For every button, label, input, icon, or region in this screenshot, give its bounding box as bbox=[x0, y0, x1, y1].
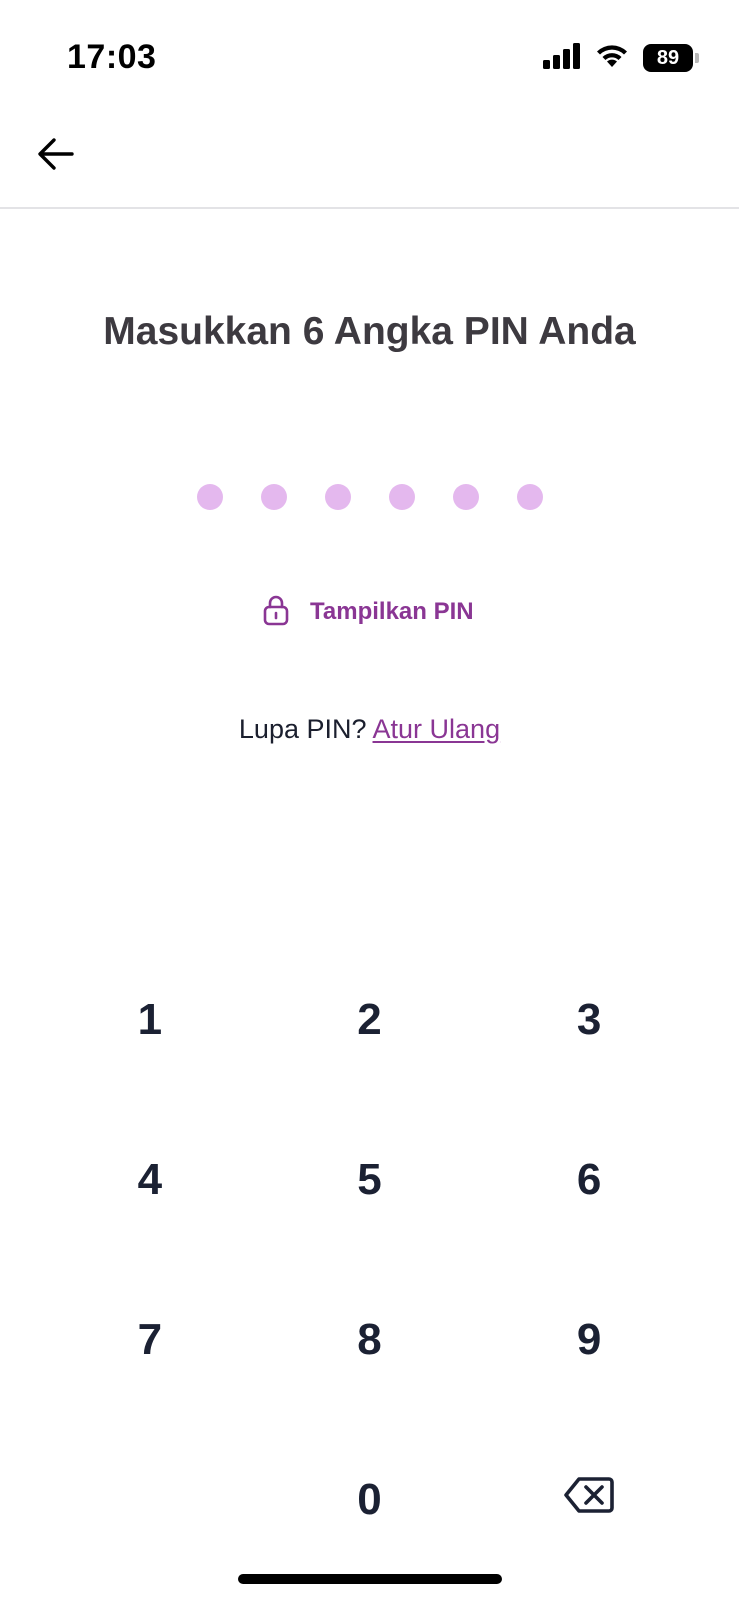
header bbox=[0, 110, 739, 209]
forgot-pin-text: Lupa PIN? bbox=[238, 714, 367, 744]
back-button[interactable] bbox=[30, 130, 82, 182]
pin-dot bbox=[452, 484, 479, 510]
page-title: Masukkan 6 Angka PIN Anda bbox=[103, 310, 636, 353]
status-time: 17:03 bbox=[67, 38, 157, 76]
pin-dot bbox=[388, 484, 415, 510]
key-8[interactable]: 8 bbox=[260, 1260, 480, 1420]
show-pin-button[interactable]: Tampilkan PIN bbox=[262, 594, 474, 630]
status-icons: 89 bbox=[543, 42, 699, 74]
status-bar: 17:03 89 bbox=[0, 0, 739, 110]
wifi-icon bbox=[595, 43, 629, 74]
battery-level: 89 bbox=[643, 44, 693, 72]
numeric-keypad: 1 2 3 4 5 6 7 8 9 0 bbox=[40, 940, 699, 1580]
arrow-left-icon bbox=[36, 137, 76, 176]
signal-icon bbox=[543, 42, 581, 74]
key-4[interactable]: 4 bbox=[40, 1100, 260, 1260]
backspace-icon bbox=[564, 1475, 614, 1525]
key-9[interactable]: 9 bbox=[479, 1260, 699, 1420]
home-indicator[interactable] bbox=[238, 1574, 502, 1584]
pin-dot bbox=[260, 484, 287, 510]
backspace-button[interactable] bbox=[479, 1420, 699, 1580]
key-empty bbox=[40, 1420, 260, 1580]
key-6[interactable]: 6 bbox=[479, 1100, 699, 1260]
key-7[interactable]: 7 bbox=[40, 1260, 260, 1420]
forgot-pin-row: Lupa PIN? Atur Ulang bbox=[0, 714, 739, 745]
pin-dot bbox=[196, 484, 223, 510]
battery-icon: 89 bbox=[643, 44, 699, 72]
pin-indicator bbox=[0, 484, 739, 510]
key-0[interactable]: 0 bbox=[260, 1420, 480, 1580]
lock-icon bbox=[262, 594, 290, 631]
pin-dot bbox=[516, 484, 543, 510]
key-5[interactable]: 5 bbox=[260, 1100, 480, 1260]
key-3[interactable]: 3 bbox=[479, 940, 699, 1100]
key-1[interactable]: 1 bbox=[40, 940, 260, 1100]
key-2[interactable]: 2 bbox=[260, 940, 480, 1100]
pin-dot bbox=[324, 484, 351, 510]
show-pin-label: Tampilkan PIN bbox=[310, 598, 474, 625]
reset-pin-link[interactable]: Atur Ulang bbox=[373, 714, 501, 744]
